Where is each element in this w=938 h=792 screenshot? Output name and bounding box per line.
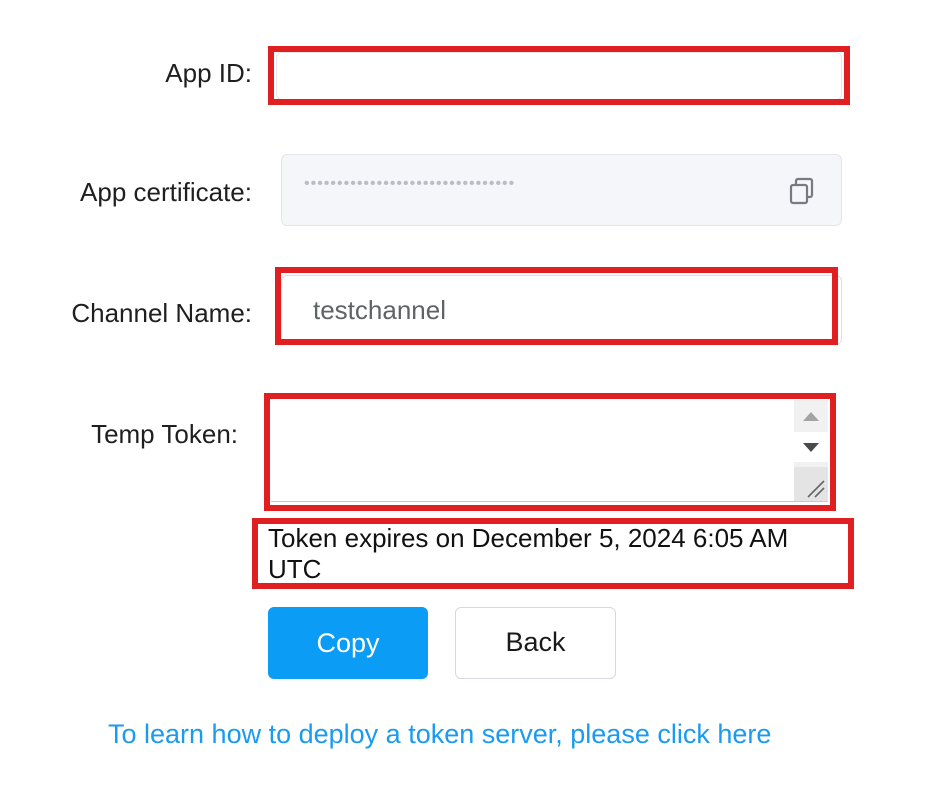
app-id-highlight (268, 46, 850, 105)
deploy-token-server-link[interactable]: To learn how to deploy a token server, p… (108, 719, 771, 750)
app-id-label: App ID: (165, 58, 252, 88)
app-certificate-field: •••••••••••••••••••••••••••••••• (281, 154, 842, 226)
temp-token-label: Temp Token: (91, 419, 238, 449)
token-expiry-highlight (252, 518, 854, 589)
back-button[interactable]: Back (455, 607, 616, 679)
channel-name-highlight (275, 267, 838, 345)
app-certificate-label: App certificate: (80, 177, 252, 207)
app-certificate-masked-value: •••••••••••••••••••••••••••••••• (304, 175, 516, 192)
token-generator-form: App ID: App certificate: •••••••••••••••… (0, 0, 938, 792)
channel-name-label: Channel Name: (71, 298, 252, 328)
copy-icon[interactable] (789, 177, 815, 205)
temp-token-highlight (264, 393, 836, 511)
copy-button[interactable]: Copy (268, 607, 428, 679)
